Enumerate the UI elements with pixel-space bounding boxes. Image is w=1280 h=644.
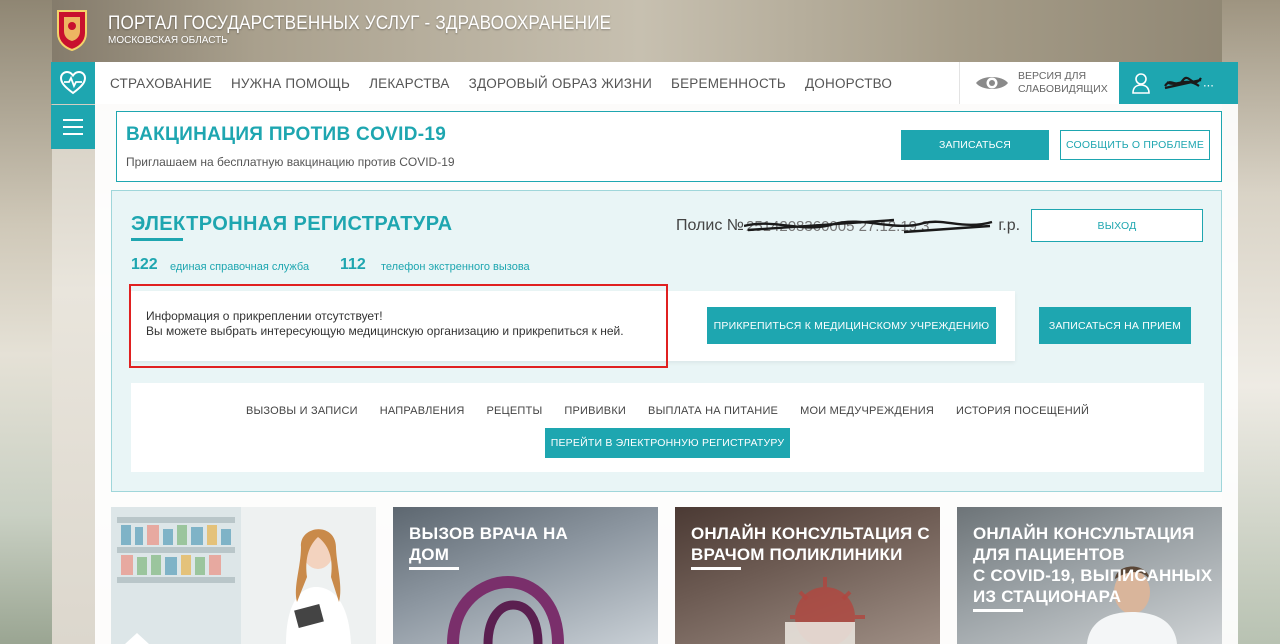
pharmacist-photo-icon [111, 507, 376, 644]
portal-title-block[interactable]: ПОРТАЛ ГОСУДАРСТВЕННЫХ УСЛУГ - ЗДРАВООХР… [108, 13, 667, 47]
registry-tabs: ВЫЗОВЫ И ЗАПИСИ НАПРАВЛЕНИЯ РЕЦЕПТЫ ПРИВ… [131, 405, 1204, 417]
report-problem-button[interactable]: СООБЩИТЬ О ПРОБЛЕМЕ [1060, 130, 1210, 160]
user-name-ellipsis: ... [1203, 74, 1214, 90]
phone-info-label: единая справочная служба [170, 261, 310, 273]
phone-info-number: 122 [131, 256, 158, 273]
tab-referrals[interactable]: НАПРАВЛЕНИЯ [380, 405, 465, 417]
card-title-line: ИЗ СТАЦИОНАРА [973, 587, 1122, 606]
registry-title-underline [131, 238, 183, 241]
phone-emergency-label: телефон экстренного вызова [381, 261, 530, 273]
nav-item-healthy-lifestyle[interactable]: ЗДОРОВЫЙ ОБРАЗ ЖИЗНИ [469, 76, 652, 91]
moscow-region-coat-of-arms-icon[interactable] [54, 9, 90, 52]
portal-header: ПОРТАЛ ГОСУДАРСТВЕННЫХ УСЛУГ - ЗДРАВООХР… [54, 0, 667, 60]
service-card-covid-consultation[interactable]: ОНЛАЙН КОНСУЛЬТАЦИЯ ДЛЯ ПАЦИЕНТОВ С COVI… [957, 507, 1222, 644]
portal-subtitle: МОСКОВСКАЯ ОБЛАСТЬ [108, 35, 228, 46]
user-account-button[interactable]: ... [1119, 62, 1238, 104]
menu-bar [63, 119, 83, 121]
card-title-line: ОНЛАЙН КОНСУЛЬТАЦИЯ С [691, 524, 930, 543]
nav-links: СТРАХОВАНИЕ НУЖНА ПОМОЩЬ ЛЕКАРСТВА ЗДОРО… [110, 76, 892, 91]
card-covid-consultation-title: ОНЛАЙН КОНСУЛЬТАЦИЯ ДЛЯ ПАЦИЕНТОВ С COVI… [973, 523, 1212, 607]
card-title-line: ВРАЧОМ ПОЛИКЛИНИКИ [691, 545, 903, 564]
highlight-frame [129, 284, 668, 368]
service-card-doctor-home-visit[interactable]: ВЫЗОВ ВРАЧА НА ДОМ [393, 507, 658, 644]
tab-vaccinations[interactable]: ПРИВИВКИ [564, 405, 626, 417]
nav-item-medicines[interactable]: ЛЕКАРСТВА [369, 76, 450, 91]
vaccination-subtitle: Приглашаем на бесплатную вакцинацию прот… [126, 155, 455, 169]
card-title-line: ДЛЯ ПАЦИЕНТОВ [973, 545, 1125, 564]
card-title-line: ОНЛАЙН КОНСУЛЬТАЦИЯ [973, 524, 1195, 543]
nav-item-pregnancy[interactable]: БЕРЕМЕННОСТЬ [671, 76, 786, 91]
hamburger-menu-icon[interactable] [51, 105, 95, 149]
card-title-line: ДОМ [409, 545, 450, 564]
phone-emergency-number: 112 [340, 256, 366, 273]
vaccination-title: ВАКЦИНАЦИЯ ПРОТИВ COVID-19 [126, 124, 447, 145]
user-name: ... [1163, 74, 1214, 92]
service-card-pharmacy[interactable] [111, 507, 376, 644]
card-online-consultation-title: ОНЛАЙН КОНСУЛЬТАЦИЯ С ВРАЧОМ ПОЛИКЛИНИКИ [691, 523, 930, 565]
menu-bar [63, 126, 83, 128]
go-to-registry-button[interactable]: ПЕРЕЙТИ В ЭЛЕКТРОННУЮ РЕГИСТРАТУРУ [545, 428, 790, 458]
tab-my-clinics[interactable]: МОИ МЕДУЧРЕЖДЕНИЯ [800, 405, 934, 417]
attach-to-clinic-button[interactable]: ПРИКРЕПИТЬСЯ К МЕДИЦИНСКОМУ УЧРЕЖДЕНИЮ [707, 307, 996, 344]
top-navbar: СТРАХОВАНИЕ НУЖНА ПОМОЩЬ ЛЕКАРСТВА ЗДОРО… [51, 62, 1238, 104]
tab-calls-and-appointments[interactable]: ВЫЗОВЫ И ЗАПИСИ [246, 405, 358, 417]
logout-button[interactable]: ВЫХОД [1031, 209, 1203, 242]
eye-icon [976, 77, 1008, 89]
card-doctor-home-title: ВЫЗОВ ВРАЧА НА ДОМ [409, 523, 568, 565]
card-title-underline [409, 567, 459, 570]
policy-prefix: Полис № [676, 217, 744, 235]
nav-item-insurance[interactable]: СТРАХОВАНИЕ [110, 76, 212, 91]
user-icon [1132, 73, 1150, 94]
vaccination-signup-button[interactable]: ЗАПИСАТЬСЯ [901, 130, 1049, 160]
book-appointment-button[interactable]: ЗАПИСАТЬСЯ НА ПРИЕМ [1039, 307, 1191, 344]
policy-suffix: г.р. [998, 217, 1021, 235]
portal-title: ПОРТАЛ ГОСУДАРСТВЕННЫХ УСЛУГ - ЗДРАВООХР… [108, 13, 612, 34]
tab-visit-history[interactable]: ИСТОРИЯ ПОСЕЩЕНИЙ [956, 405, 1089, 417]
tab-prescriptions[interactable]: РЕЦЕПТЫ [486, 405, 542, 417]
card-title-underline [691, 567, 741, 570]
service-card-online-consultation[interactable]: ОНЛАЙН КОНСУЛЬТАЦИЯ С ВРАЧОМ ПОЛИКЛИНИКИ [675, 507, 940, 644]
card-title-underline [973, 609, 1023, 612]
redacted-scribble-icon [1163, 74, 1203, 92]
registry-title: ЭЛЕКТРОННАЯ РЕГИСТРАТУРА [131, 213, 453, 235]
vaccination-banner: ВАКЦИНАЦИЯ ПРОТИВ COVID-19 Приглашаем на… [116, 111, 1222, 182]
menu-bar [63, 133, 83, 135]
tab-nutrition-payment[interactable]: ВЫПЛАТА НА ПИТАНИЕ [648, 405, 778, 417]
vision-label-line1: ВЕРСИЯ ДЛЯ [1018, 70, 1087, 82]
redacted-policy-scribble-icon: 2514208360005 27.12.19 3 [743, 216, 994, 236]
accessibility-version-link[interactable]: ВЕРСИЯ ДЛЯ СЛАБОВИДЯЩИХ [959, 62, 1119, 104]
vision-label-line2: СЛАБОВИДЯЩИХ [1018, 83, 1108, 95]
heart-pulse-logo-icon[interactable] [51, 62, 95, 104]
nav-item-need-help[interactable]: НУЖНА ПОМОЩЬ [231, 76, 350, 91]
policy-number: Полис № 2514208360005 27.12.19 3 г.р. [676, 216, 1020, 236]
registry-tabs-panel: ВЫЗОВЫ И ЗАПИСИ НАПРАВЛЕНИЯ РЕЦЕПТЫ ПРИВ… [131, 383, 1204, 472]
card-title-line: ВЫЗОВ ВРАЧА НА [409, 524, 568, 543]
nav-item-donation[interactable]: ДОНОРСТВО [805, 76, 892, 91]
background-photo-left [0, 0, 52, 644]
card-title-line: С COVID-19, ВЫПИСАННЫХ [973, 566, 1213, 585]
accessibility-version-label: ВЕРСИЯ ДЛЯ СЛАБОВИДЯЩИХ [1018, 70, 1108, 96]
